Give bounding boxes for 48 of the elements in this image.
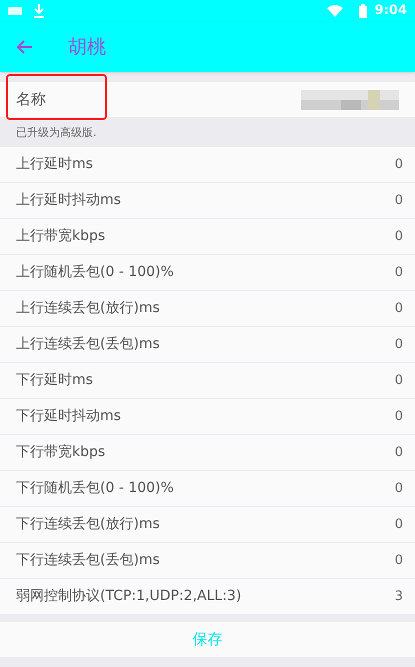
setting-value: 0 — [394, 516, 403, 534]
setting-value: 0 — [394, 480, 403, 498]
setting-value: 0 — [394, 264, 403, 282]
setting-row[interactable]: 下行连续丢包(放行)ms 0 — [0, 507, 415, 542]
setting-row[interactable]: 下行延时ms 0 — [0, 363, 415, 398]
setting-label: 上行连续丢包(放行)ms — [16, 299, 160, 318]
setting-value: 0 — [394, 408, 403, 426]
download-icon — [34, 4, 44, 18]
setting-label: 弱网控制协议(TCP:1,UDP:2,ALL:3) — [16, 587, 242, 606]
setting-row[interactable]: 上行连续丢包(放行)ms 0 — [0, 291, 415, 326]
setting-label: 下行延时抖动ms — [16, 407, 121, 426]
setting-row[interactable]: 弱网控制协议(TCP:1,UDP:2,ALL:3) 3 — [0, 579, 415, 614]
setting-label: 上行带宽kbps — [16, 227, 106, 246]
setting-label: 下行带宽kbps — [16, 443, 106, 462]
setting-row[interactable]: 下行带宽kbps 0 — [0, 435, 415, 470]
setting-label: 上行连续丢包(丢包)ms — [16, 335, 160, 354]
upgrade-hint: 已升级为高级版. — [16, 124, 96, 140]
name-label: 名称 — [16, 89, 46, 110]
setting-value: 0 — [394, 552, 403, 570]
setting-label: 下行连续丢包(放行)ms — [16, 515, 160, 534]
setting-value: 0 — [394, 336, 403, 354]
page-title: 胡桃 — [68, 34, 106, 60]
setting-value: 0 — [394, 228, 403, 246]
setting-value: 0 — [394, 444, 403, 462]
setting-row[interactable]: 上行延时ms 0 — [0, 147, 415, 182]
keyboard-icon — [8, 7, 22, 15]
setting-row[interactable]: 上行连续丢包(丢包)ms 0 — [0, 327, 415, 362]
setting-value: 3 — [394, 588, 403, 606]
setting-label: 上行延时ms — [16, 155, 93, 174]
setting-label: 上行延时抖动ms — [16, 191, 121, 210]
setting-row[interactable]: 下行延时抖动ms 0 — [0, 399, 415, 434]
setting-row[interactable]: 上行带宽kbps 0 — [0, 219, 415, 254]
setting-row[interactable]: 下行随机丢包(0 - 100)% 0 — [0, 471, 415, 506]
setting-row[interactable]: 下行连续丢包(丢包)ms 0 — [0, 543, 415, 578]
setting-value: 0 — [394, 300, 403, 318]
wifi-icon — [326, 5, 343, 17]
setting-label: 下行连续丢包(丢包)ms — [16, 551, 160, 570]
setting-value: 0 — [394, 156, 403, 174]
setting-label: 下行随机丢包(0 - 100)% — [16, 479, 174, 498]
status-time: 9:04 — [374, 2, 407, 20]
battery-icon — [358, 4, 367, 18]
setting-value: 0 — [394, 372, 403, 390]
setting-label: 上行随机丢包(0 - 100)% — [16, 263, 174, 282]
setting-label: 下行延时ms — [16, 371, 93, 390]
setting-row[interactable]: 上行延时抖动ms 0 — [0, 183, 415, 218]
setting-row[interactable]: 上行随机丢包(0 - 100)% 0 — [0, 255, 415, 290]
setting-value: 0 — [394, 192, 403, 210]
back-arrow-icon[interactable] — [16, 40, 32, 54]
